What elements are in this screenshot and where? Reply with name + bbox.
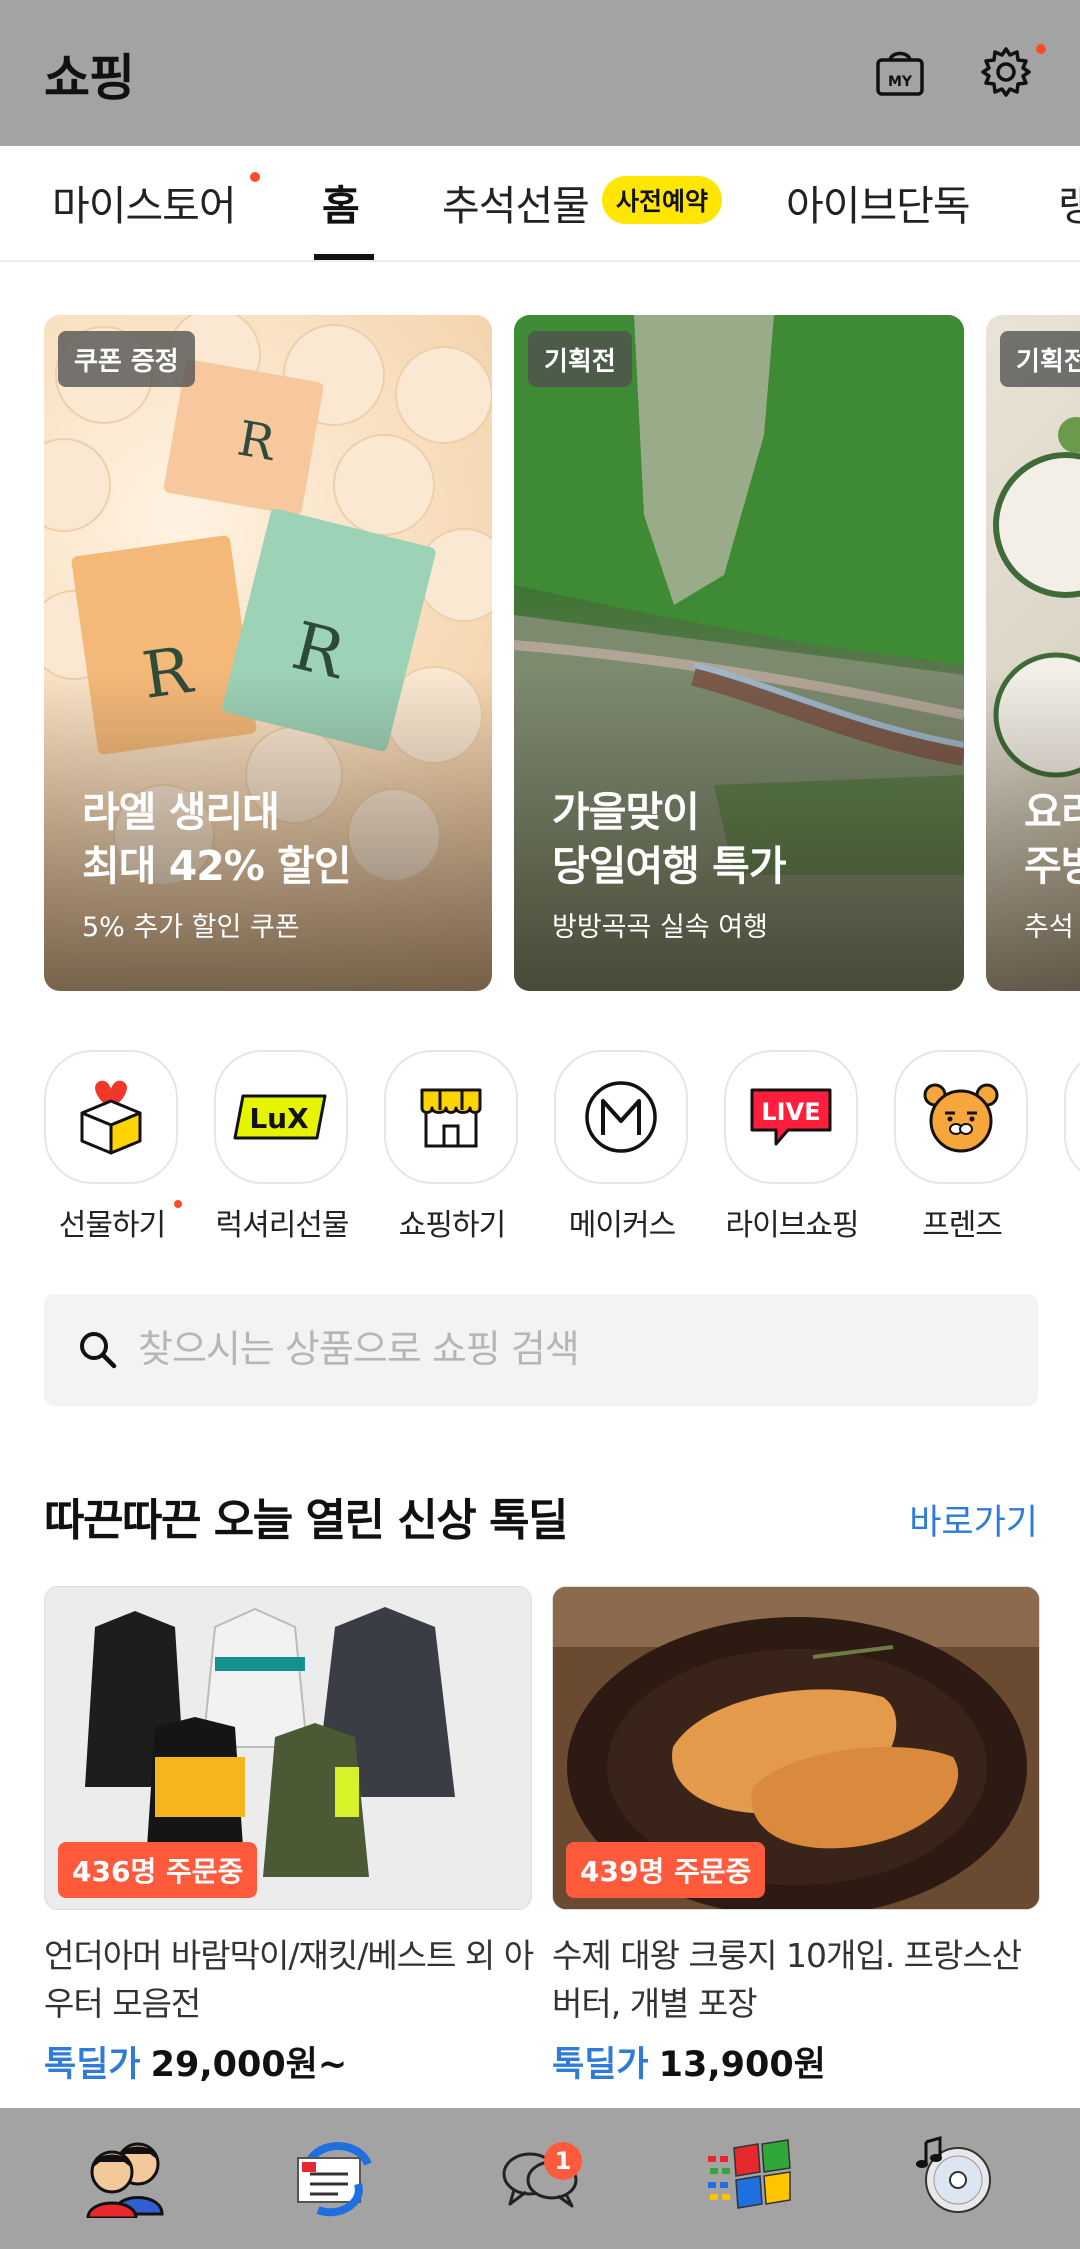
chats-mail-icon[interactable] [278, 2126, 388, 2226]
banner-title-line2: 최대 42% 할인 [82, 842, 352, 890]
banner-title-line2: 주방 [1024, 842, 1080, 890]
quick-menu-gift[interactable]: 선물하기 [44, 1050, 182, 1243]
quick-menu-live[interactable]: LIVE 라이브쇼핑 [724, 1050, 860, 1243]
search-icon [80, 1332, 117, 1369]
banner-subtitle: 5% 추가 할인 쿠폰 [82, 912, 300, 943]
search-input[interactable] [138, 1316, 998, 1382]
banner-card-travel[interactable]: 기획전 가을맞이 당일여행 특가 방방곡곡 실속 여행 [514, 315, 964, 991]
page-title: 쇼핑 [44, 49, 135, 107]
music-disc-icon[interactable] [900, 2126, 1010, 2226]
store-icon [384, 1050, 518, 1184]
banner-card-kitchen[interactable]: 기획전 요리 주방 추석 [986, 315, 1080, 991]
quick-menu-label: 메이커스 [568, 1208, 676, 1243]
tab-mystore[interactable]: 마이스토어 [52, 172, 237, 232]
lux-icon-text: LuX [249, 1102, 309, 1135]
section-title: 따끈따끈 오늘 열린 신상 톡딜 [44, 1495, 569, 1546]
gift-box-icon [44, 1050, 178, 1184]
product-name: 수제 대왕 크룽지 10개입. 프랑스산 버터, 개별 포장 [552, 1936, 1022, 2023]
banner-card-rael[interactable]: R R R 쿠폰 증정 라엘 생리대 최대 42% 할인 5% 추가 할인 쿠폰 [44, 315, 492, 991]
quick-menu-luxury[interactable]: LuX 럭셔리선물 [214, 1050, 350, 1243]
friends-icon[interactable] [70, 2126, 180, 2226]
lux-icon: LuX [214, 1050, 348, 1184]
price-value: 29,000원~ [150, 2045, 348, 2085]
svg-text:MY: MY [888, 74, 913, 90]
chat-bubbles-icon[interactable] [486, 2126, 596, 2226]
windows-flag-icon[interactable] [694, 2126, 804, 2226]
quick-menu-shopping[interactable]: 쇼핑하기 [384, 1050, 520, 1243]
active-tab-indicator [314, 254, 374, 260]
order-count-badge: 439명 주문중 [566, 1842, 766, 1898]
my-shopping-bag-icon[interactable]: MY [868, 40, 932, 104]
quick-menu-more[interactable] [1064, 1050, 1080, 1240]
banner-title: 라엘 생리대 최대 42% 할인 [82, 785, 352, 893]
bottom-navigation [0, 2108, 1080, 2249]
quick-menu-label: 쇼핑하기 [398, 1208, 506, 1243]
banner-title-line1: 가을맞이 [552, 788, 700, 836]
tab-home[interactable]: 홈 [322, 172, 360, 232]
tab-ranking[interactable]: 랭 [1058, 172, 1080, 232]
banner-title-line1: 라엘 생리대 [82, 788, 280, 836]
banner-title: 가을맞이 당일여행 특가 [552, 785, 787, 893]
live-icon-text: LIVE [761, 1098, 820, 1126]
friends-ryan-icon [894, 1050, 1028, 1184]
product-price: 톡딜가 29,000원~ [44, 2036, 347, 2087]
quick-menu-label: 럭셔리선물 [215, 1208, 350, 1243]
section-goto-link[interactable]: 바로가기 [909, 1494, 1038, 1545]
order-count-badge: 436명 주문중 [58, 1842, 258, 1898]
app-header: 쇼핑 MY [0, 0, 1080, 146]
search-bar[interactable] [44, 1294, 1038, 1406]
deal-label: 톡딜가 [552, 2045, 649, 2085]
product-price: 톡딜가 13,900원 [552, 2036, 826, 2087]
tab-mystore-dot [250, 172, 260, 182]
quick-menu-friends[interactable]: 프렌즈 [894, 1050, 1030, 1243]
quick-menu-label: 프렌즈 [922, 1208, 1003, 1243]
banner-tag: 쿠폰 증정 [58, 331, 195, 387]
banner-title: 요리 주방 [1024, 785, 1080, 893]
category-tabs: 마이스토어 홈 추석선물 사전예약 아이브단독 랭 [0, 146, 1080, 262]
banner-title-line2: 당일여행 특가 [552, 842, 787, 890]
shopping-page: 쇼핑 MY 마이스토어 홈 추석선물 사전예약 아이브단독 랭 [0, 0, 1080, 2249]
settings-notification-dot [1036, 44, 1046, 54]
banner-title-line1: 요리 [1024, 788, 1080, 836]
tab-ive-exclusive[interactable]: 아이브단독 [786, 172, 971, 232]
preorder-badge: 사전예약 [602, 176, 723, 224]
quick-menu-label: 라이브쇼핑 [725, 1208, 860, 1243]
banner-tag: 기획전 [528, 331, 632, 387]
product-name: 언더아머 바람막이/재킷/베스트 외 아우터 모음전 [44, 1936, 534, 2023]
makers-m-icon [554, 1050, 688, 1184]
gift-dot [174, 1200, 182, 1208]
live-icon: LIVE [724, 1050, 858, 1184]
banner-subtitle: 추석 [1024, 912, 1074, 943]
more-icon [1064, 1050, 1080, 1184]
price-value: 13,900원 [658, 2045, 826, 2085]
chat-notification-badge: 1 [544, 2142, 582, 2180]
deal-label: 톡딜가 [44, 2045, 141, 2085]
banner-tag: 기획전 [1000, 331, 1080, 387]
quick-menu-label: 선물하기 [58, 1208, 166, 1243]
banner-subtitle: 방방곡곡 실속 여행 [552, 912, 768, 943]
gear-icon[interactable] [974, 40, 1038, 104]
tab-chuseok-gift[interactable]: 추석선물 [442, 172, 590, 232]
quick-menu-makers[interactable]: 메이커스 [554, 1050, 690, 1243]
